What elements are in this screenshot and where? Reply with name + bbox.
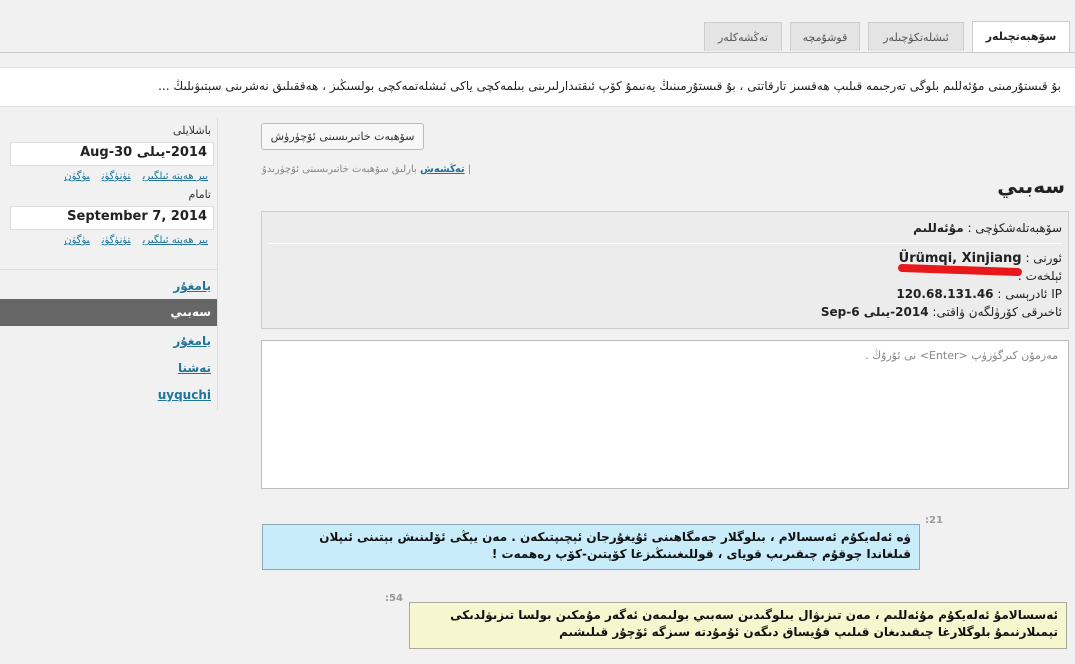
info-divider: [268, 243, 1062, 244]
ip-label: IP ئادرېسى :: [997, 287, 1062, 301]
end-date-shortcuts: بىر ھەپتە ئىلگىرى تۈنۈگۈن بۈگۈن: [48, 235, 208, 246]
page-title: سەبىي: [997, 174, 1065, 198]
shortcut-week-ago[interactable]: بىر ھەپتە ئىلگىرى: [143, 235, 208, 246]
shortcut-yesterday[interactable]: تۈنۈگۈن: [102, 235, 131, 246]
sidebar-divider: [0, 269, 217, 270]
tab-addons[interactable]: قوشۇمچە: [790, 22, 860, 51]
sidebar-item-teshna[interactable]: تەشنا: [178, 361, 211, 375]
email-row: ئېلخەت :: [1018, 269, 1062, 283]
start-label: باشلايلى: [172, 124, 211, 137]
message-bubble-incoming: ئەسسالامۇ ئەلەيكۇم مۇئەللىم ، مەن تىزىۋا…: [409, 602, 1067, 649]
operator-label: سۆھبەتلەشكۈچى :: [967, 221, 1062, 235]
start-date-field[interactable]: 2014-يىلى 30-Aug: [10, 142, 214, 166]
shortcut-week-ago[interactable]: بىر ھەپتە ئىلگىرى: [143, 171, 208, 182]
last-seen-row: ئاخىرقى كۆرۈلگەن ۋاقتى: 2014-يىلى 6-Sep: [821, 305, 1062, 319]
sidebar: باشلايلى 2014-يىلى 30-Aug بىر ھەپتە ئىلگ…: [0, 118, 218, 410]
sidebar-item-yamghur[interactable]: يامغۇر: [173, 279, 211, 293]
message-time: :54: [385, 593, 403, 604]
message-bubble-outgoing: ۋە ئەلەيكۇم ئەسسالام ، بىلوگلار جەمگاھىن…: [262, 524, 920, 570]
delete-history-button[interactable]: سۆھبەت خاتىرىسىنى ئۆچۈرۈش: [261, 123, 424, 150]
shortcut-yesterday[interactable]: تۈنۈگۈن: [102, 171, 131, 182]
sidebar-item-sebiy[interactable]: سەبىي: [0, 299, 217, 326]
message-time: :21: [925, 515, 943, 526]
end-label: تامام: [188, 188, 211, 201]
last-seen-label: ئاخىرقى كۆرۈلگەن ۋاقتى:: [932, 305, 1062, 319]
shortcut-today[interactable]: بۈگۈن: [64, 235, 89, 246]
settings-link[interactable]: تەڭشەش: [420, 164, 465, 175]
last-seen-value: 2014-يىلى 6-Sep: [820, 305, 929, 319]
sidebar-item-yamghur-2[interactable]: يامغۇر: [173, 334, 211, 348]
tab-bar: سۆھبەتچىلەر ئىشلەتكۈچىلەر قوشۇمچە تەڭشەك…: [0, 0, 1075, 53]
ip-row: IP ئادرېسى : 120.68.131.46: [896, 287, 1062, 301]
email-label: ئېلخەت :: [1017, 269, 1062, 283]
tab-settings[interactable]: تەڭشەكلەر: [704, 22, 782, 51]
sidebar-item-uyquchi[interactable]: uyquchi: [158, 388, 211, 402]
ip-value: 120.68.131.46: [896, 287, 994, 301]
operator-value: مۇئەللىم: [913, 221, 964, 235]
end-date-field[interactable]: September 7, 2014: [10, 206, 214, 230]
start-date-shortcuts: بىر ھەپتە ئىلگىرى تۈنۈگۈن بۈگۈن: [48, 171, 208, 182]
operator-row: سۆھبەتلەشكۈچى : مۇئەللىم: [913, 221, 1062, 235]
delete-history-hint: تەڭشەش بارلىق سۆھبەت خاتىرىسىنى ئۆچۈرىدۇ…: [262, 164, 471, 175]
location-label: ئورنى :: [1025, 251, 1062, 265]
tab-users[interactable]: ئىشلەتكۈچىلەر: [868, 22, 964, 51]
tab-chatters[interactable]: سۆھبەتچىلەر: [972, 21, 1070, 52]
shortcut-today[interactable]: بۈگۈن: [64, 171, 89, 182]
message-input[interactable]: مەزمۇن كىرگۈزۈپ <Enter> نى ئۇرۇڭ .: [261, 340, 1069, 489]
plugin-notice: بۇ قىستۇرمىنى مۇئەللىم بلوگى تەرجىمە قىل…: [0, 67, 1075, 107]
